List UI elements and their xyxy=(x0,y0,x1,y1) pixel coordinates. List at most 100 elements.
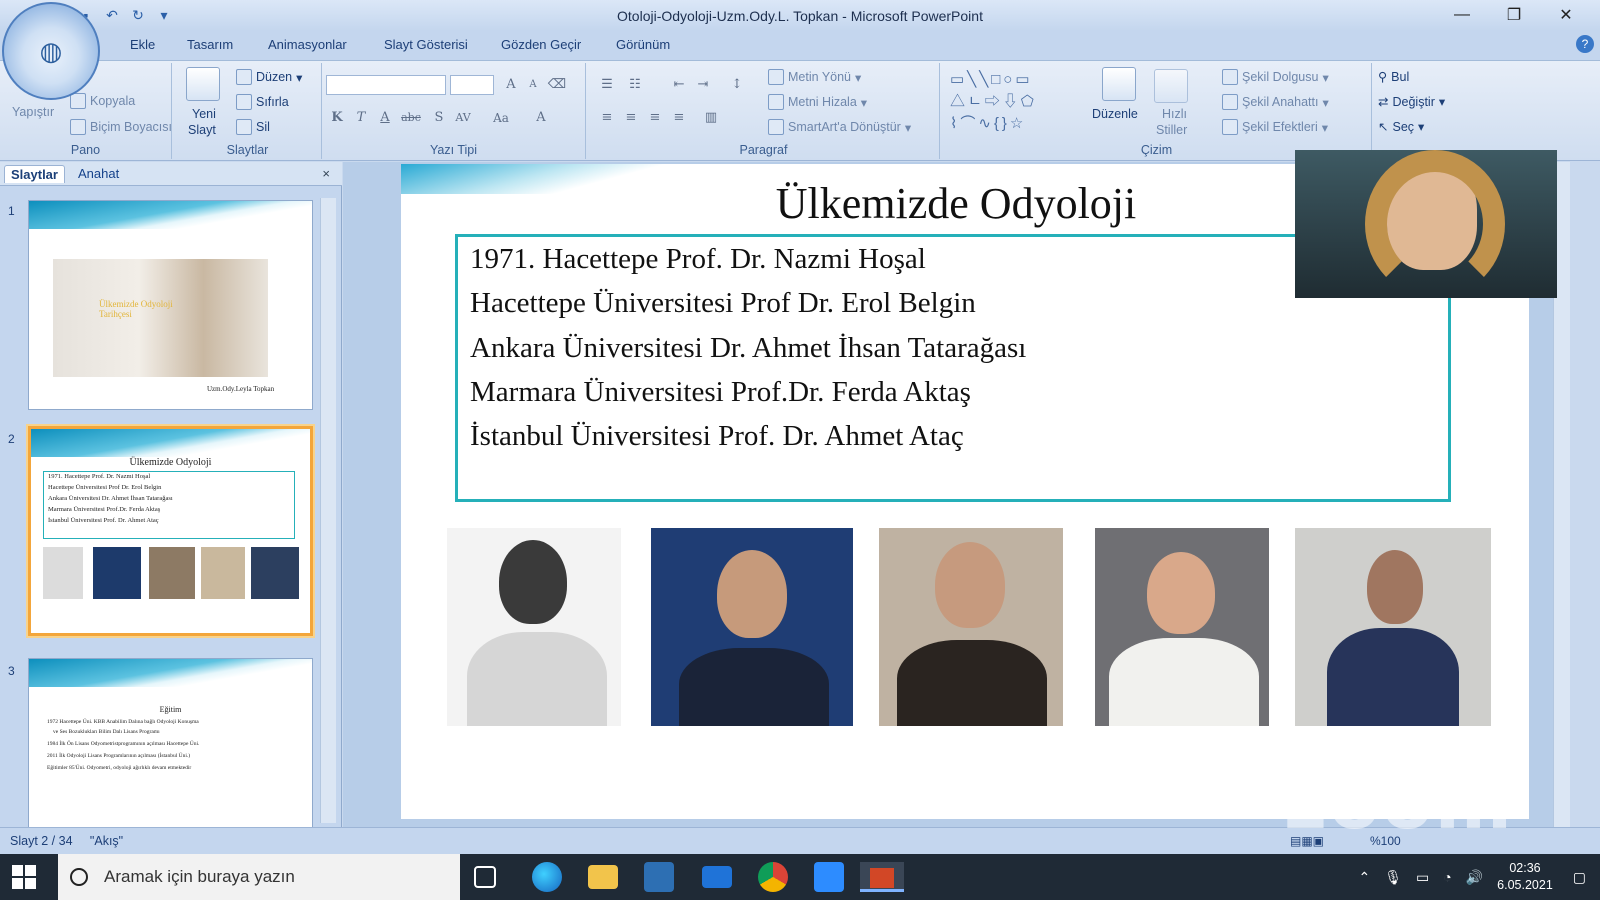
paste-button[interactable]: Yapıştır xyxy=(12,105,54,119)
volume-icon[interactable]: 🔊 xyxy=(1466,869,1483,886)
shrink-font-button[interactable]: A xyxy=(522,75,544,95)
new-slide-icon[interactable] xyxy=(186,67,220,101)
align-right-icon[interactable]: ≡ xyxy=(644,108,666,128)
change-case-button[interactable]: Aa xyxy=(490,108,512,128)
italic-button[interactable]: T xyxy=(350,108,372,128)
panel-scrollbar[interactable] xyxy=(320,198,336,823)
font-family-combo[interactable] xyxy=(326,75,446,95)
tab-gozden-gecir[interactable]: Gözden Geçir xyxy=(501,37,581,52)
windows-start-icon[interactable] xyxy=(12,865,36,889)
thumb-line: Eğitimler 85'Üni. Odyometri, odyoloji ağ… xyxy=(47,765,192,771)
task-view-icon[interactable] xyxy=(474,866,496,888)
powerpoint-taskbar-icon[interactable] xyxy=(860,862,904,892)
find-button[interactable]: ⚲ Bul xyxy=(1378,69,1409,85)
format-painter-button[interactable]: Biçim Boyacısı xyxy=(70,119,172,135)
thumb-photo xyxy=(251,547,299,599)
font-size-combo[interactable] xyxy=(450,75,494,95)
arrange-button[interactable]: Düzenle xyxy=(1092,107,1138,121)
copy-icon xyxy=(70,93,86,109)
mail-icon[interactable] xyxy=(702,866,732,888)
copy-button[interactable]: Kopyala xyxy=(70,93,135,109)
tab-slayt-gosterisi[interactable]: Slayt Gösterisi xyxy=(384,37,468,52)
group-label-slaytlar: Slaytlar xyxy=(226,143,269,157)
delete-slide-button[interactable]: Sil xyxy=(236,119,270,135)
group-slaytlar: Yeni Slayt Düzen ▾ Sıfırla Sil Slaytlar xyxy=(174,63,322,159)
microphone-icon[interactable]: 🎙 xyxy=(1384,869,1402,886)
replace-button[interactable]: ⇄ Değiştir ▾ xyxy=(1378,94,1445,110)
slides-panel: Slaytlar Anahat × 1 Ülkemizde Odyoloji T… xyxy=(0,162,342,828)
store-icon[interactable] xyxy=(644,862,674,892)
shadow-button[interactable]: S xyxy=(428,108,450,128)
tab-slaytlar[interactable]: Slaytlar xyxy=(4,165,65,183)
underline-button[interactable]: A xyxy=(374,108,396,128)
thumb-line: Marmara Üniversitesi Prof.Dr. Ferda Akta… xyxy=(48,506,161,513)
thumb-wave xyxy=(31,429,310,457)
shape-outline-button[interactable]: Şekil Anahattı ▾ xyxy=(1222,94,1329,110)
slide-thumbnail-1[interactable]: Ülkemizde Odyoloji Tarihçesi Uzm.Ody.Ley… xyxy=(28,200,313,410)
zoom-app-icon[interactable] xyxy=(814,862,844,892)
portrait-photo-1[interactable] xyxy=(447,528,621,726)
tab-ekle[interactable]: Ekle xyxy=(130,37,155,52)
clock[interactable]: 02:36 6.05.2021 xyxy=(1497,860,1553,894)
shapes-gallery[interactable]: ▭╲╲□○▭ △ㄴ⇨⇩⬠ ⌇⌒∿{}☆ xyxy=(950,69,1090,132)
numbering-icon[interactable]: ☷ xyxy=(624,75,646,95)
taskbar-search[interactable]: Aramak için buraya yazın xyxy=(58,854,460,900)
arrange-icon[interactable] xyxy=(1102,67,1136,101)
new-slide-label-2[interactable]: Slayt xyxy=(188,123,216,137)
portrait-photo-5[interactable] xyxy=(1295,528,1491,726)
slide-thumbnail-2[interactable]: Ülkemizde Odyoloji 1971. Hacettepe Prof.… xyxy=(26,424,315,638)
grow-font-button[interactable]: A xyxy=(500,75,522,95)
window-controls: — ❐ ✕ xyxy=(1436,4,1592,26)
edge-icon[interactable] xyxy=(532,862,562,892)
notifications-icon[interactable]: ▢ xyxy=(1573,869,1586,886)
theme-name: "Akış" xyxy=(89,834,124,848)
align-left-icon[interactable]: ≡ xyxy=(596,108,618,128)
chrome-icon[interactable] xyxy=(758,862,788,892)
quick-styles-label[interactable]: Hızlı xyxy=(1162,107,1187,121)
new-slide-label[interactable]: Yeni xyxy=(192,107,216,121)
shape-fill-button[interactable]: Şekil Dolgusu ▾ xyxy=(1222,69,1329,85)
strikethrough-button[interactable]: abc xyxy=(400,108,422,128)
quick-styles-label-2[interactable]: Stiller xyxy=(1156,123,1187,137)
justify-icon[interactable]: ≡ xyxy=(668,108,690,128)
clear-format-icon[interactable]: ⌫ xyxy=(546,75,568,95)
tab-animasyonlar[interactable]: Animasyonlar xyxy=(268,37,347,52)
quick-styles-icon[interactable] xyxy=(1154,69,1188,103)
close-panel-icon[interactable]: × xyxy=(322,166,330,181)
char-spacing-button[interactable]: AV xyxy=(452,108,474,128)
battery-icon[interactable]: ▭ xyxy=(1416,869,1429,886)
tab-tasarim[interactable]: Tasarım xyxy=(187,37,233,52)
columns-icon[interactable]: ▥ xyxy=(700,108,722,128)
align-center-icon[interactable]: ≡ xyxy=(620,108,642,128)
align-text-button[interactable]: Metni Hizala ▾ xyxy=(768,94,867,110)
align-text-label: Metni Hizala xyxy=(788,95,857,109)
tab-gorunum[interactable]: Görünüm xyxy=(616,37,670,52)
close-button[interactable]: ✕ xyxy=(1540,4,1592,26)
smartart-button[interactable]: SmartArt'a Dönüştür ▾ xyxy=(768,119,911,135)
portrait-photo-4[interactable] xyxy=(1095,528,1269,726)
font-color-button[interactable]: A xyxy=(530,108,552,128)
portrait-photo-3[interactable] xyxy=(879,528,1063,726)
wifi-icon[interactable]: ◔ xyxy=(1443,869,1451,885)
bold-button[interactable]: K xyxy=(326,108,348,128)
text-direction-button[interactable]: Metin Yönü ▾ xyxy=(768,69,861,85)
file-explorer-icon[interactable] xyxy=(588,865,618,889)
minimize-button[interactable]: — xyxy=(1436,4,1488,26)
tab-anahat[interactable]: Anahat xyxy=(72,165,125,182)
zoom-watermark: zoom xyxy=(1284,760,1514,846)
ribbon: Yapıştır Kopyala Biçim Boyacısı Pano Yen… xyxy=(0,61,1600,161)
bullets-icon[interactable]: ☰ xyxy=(596,75,618,95)
line-spacing-icon[interactable]: ↕ xyxy=(726,75,748,95)
restore-button[interactable]: ❐ xyxy=(1488,4,1540,26)
layout-button[interactable]: Düzen ▾ xyxy=(236,69,302,85)
thumb-textbox: 1971. Hacettepe Prof. Dr. Nazmi Hoşal Ha… xyxy=(43,471,295,539)
slide-thumbnail-3[interactable]: Eğitim 1972 Hacettepe Üni. KBB Anabilim … xyxy=(28,658,313,828)
chevron-up-icon[interactable]: ⌃ xyxy=(1359,869,1371,886)
reset-button[interactable]: Sıfırla xyxy=(236,94,289,110)
shape-effects-button[interactable]: Şekil Efektleri ▾ xyxy=(1222,119,1328,135)
increase-indent-icon[interactable]: ⇥ xyxy=(692,75,714,95)
decrease-indent-icon[interactable]: ⇤ xyxy=(668,75,690,95)
portrait-photo-2[interactable] xyxy=(651,528,853,726)
help-icon[interactable]: ? xyxy=(1576,35,1594,53)
select-button[interactable]: ↖ Seç ▾ xyxy=(1378,119,1424,135)
